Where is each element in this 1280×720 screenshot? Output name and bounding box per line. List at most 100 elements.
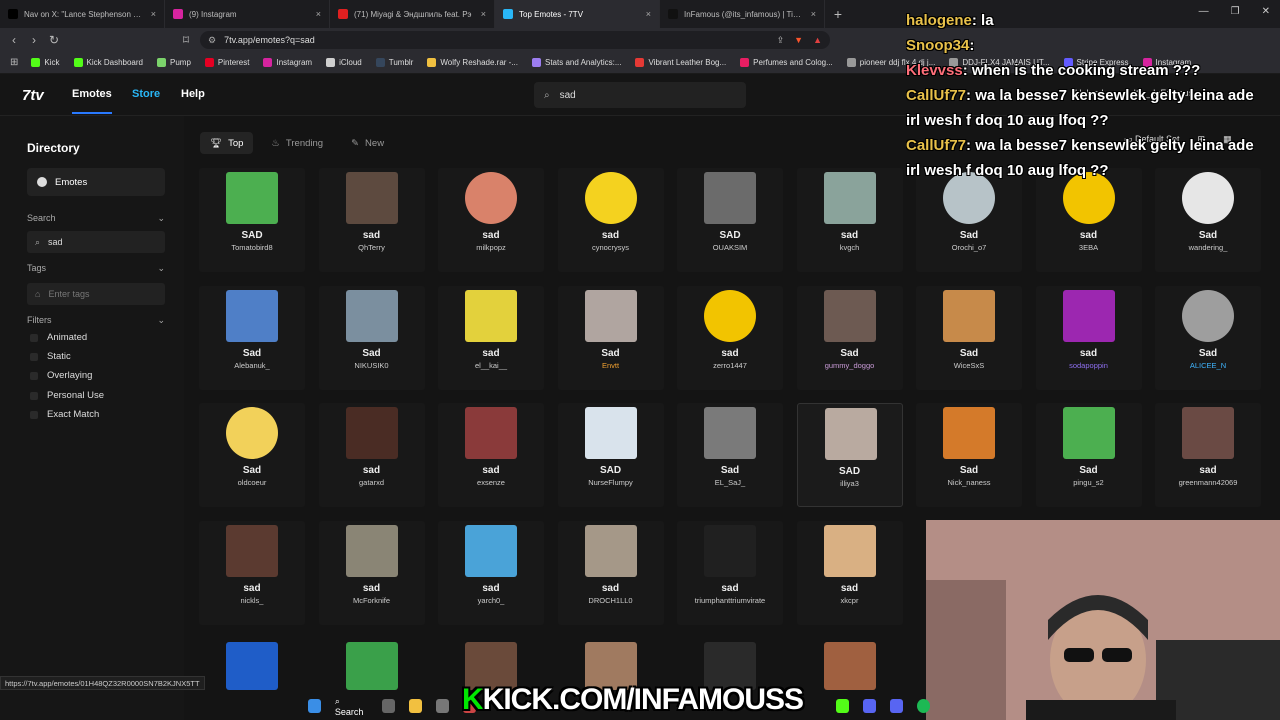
7tv-logo-icon[interactable]: 7tv — [22, 87, 44, 104]
file-explorer-icon[interactable] — [409, 699, 423, 713]
tab-close-icon[interactable]: × — [481, 9, 486, 19]
emote-card[interactable]: Sad gummy_doggo — [796, 285, 903, 390]
emote-card[interactable] — [677, 638, 783, 690]
emote-card[interactable]: Sad EL_SaJ_ — [677, 403, 783, 507]
tags-input[interactable]: ⌂ Enter tags — [27, 283, 165, 305]
emote-card[interactable]: Sad pingu_s2 — [1035, 403, 1142, 507]
spotify-icon[interactable] — [917, 699, 930, 713]
emote-author[interactable]: QhTerry — [319, 243, 425, 252]
emote-author[interactable]: cynocrysys — [558, 243, 664, 252]
emote-author[interactable]: 3EBA — [1036, 243, 1142, 252]
emote-author[interactable]: oldcoeur — [199, 478, 305, 487]
emote-card[interactable]: sad gatarxd — [318, 403, 425, 507]
filter-static[interactable]: Static — [30, 351, 71, 362]
emote-author[interactable]: McForknife — [319, 596, 425, 605]
emote-author[interactable]: xkcpr — [797, 596, 903, 605]
emote-author[interactable]: DROCH1LL0 — [558, 596, 664, 605]
bookmark-item[interactable]: Tumblr — [369, 58, 421, 67]
emote-card[interactable]: Sad Alebanuk_ — [199, 285, 305, 390]
emote-card[interactable]: sad greenmann42069 — [1155, 403, 1261, 507]
site-info-icon[interactable]: ⚙ — [208, 35, 216, 46]
windows-start-icon[interactable] — [308, 699, 321, 713]
emote-author[interactable]: wandering_ — [1155, 243, 1261, 252]
discord-icon[interactable] — [890, 699, 904, 713]
bookmark-item[interactable]: Instagram — [256, 58, 319, 67]
checkbox[interactable] — [30, 410, 38, 419]
task-view-icon[interactable] — [382, 699, 396, 713]
emote-author[interactable]: Alebanuk_ — [199, 361, 305, 370]
emote-card[interactable]: Sad Envtt — [557, 285, 664, 390]
emote-card[interactable]: sad zerro1447 — [677, 285, 783, 390]
emote-author[interactable]: sodapoppin — [1036, 361, 1142, 370]
emote-author[interactable]: triumphanttriumvirate — [677, 596, 783, 605]
emote-author[interactable]: gummy_doggo — [797, 361, 903, 370]
sidebar-item-emotes[interactable]: Emotes — [27, 168, 165, 196]
emote-card[interactable]: Sad wandering_ — [1155, 168, 1261, 272]
filter-personal-use[interactable]: Personal Use — [30, 390, 104, 401]
tab-trending[interactable]: ♨ Trending — [261, 132, 333, 154]
emote-card[interactable]: sad kvgch — [796, 168, 903, 272]
emote-card[interactable]: SAD illiya3 — [796, 403, 903, 507]
emote-author[interactable]: milkpopz — [438, 243, 544, 252]
emote-author[interactable]: exsenze — [438, 478, 544, 487]
tab-close-icon[interactable]: × — [646, 9, 651, 19]
emote-card[interactable]: sad xkcpr — [796, 520, 903, 625]
filter-exact-match[interactable]: Exact Match — [30, 409, 99, 420]
apps-grid-icon[interactable]: ⊞ — [10, 57, 18, 68]
emote-card[interactable]: Sad NIKUSIK0 — [318, 285, 425, 390]
emote-card[interactable]: sad milkpopz — [438, 168, 544, 272]
checkbox[interactable] — [30, 352, 38, 361]
bookmark-item[interactable]: Pinterest — [198, 58, 257, 67]
new-tab-icon[interactable]: + — [825, 6, 851, 22]
emote-card[interactable]: sad nickls_ — [199, 520, 305, 625]
emote-card[interactable]: sad triumphanttriumvirate — [677, 520, 783, 625]
forward-icon[interactable]: › — [24, 33, 44, 47]
emote-author[interactable]: kvgch — [797, 243, 903, 252]
emote-author[interactable]: gatarxd — [319, 478, 425, 487]
nav-store[interactable]: Store — [132, 88, 160, 100]
emote-author[interactable]: NIKUSIK0 — [319, 361, 425, 370]
emote-author[interactable]: greenmann42069 — [1155, 478, 1261, 487]
emote-author[interactable]: el__kai__ — [438, 361, 544, 370]
bookmark-item[interactable]: Pump — [150, 58, 198, 67]
bookmark-icon[interactable]: ⌑ — [176, 33, 196, 47]
emote-author[interactable]: WiceSxS — [916, 361, 1022, 370]
tab-0[interactable]: Nav on X: "Lance Stephenson was im × — [0, 0, 165, 28]
checkbox[interactable] — [30, 391, 38, 400]
emote-author[interactable]: zerro1447 — [677, 361, 783, 370]
emote-card[interactable] — [319, 638, 425, 690]
emote-card[interactable]: sad 3EBA — [1035, 168, 1142, 272]
tab-close-icon[interactable]: × — [316, 9, 321, 19]
reload-icon[interactable]: ↻ — [44, 33, 64, 47]
emote-card[interactable]: Sad WiceSxS — [916, 285, 1022, 390]
url-field[interactable]: ⚙ 7tv.app/emotes?q=sad ⇪ ▼ ▲ — [200, 31, 830, 49]
header-search-input[interactable]: ⌕ sad — [534, 82, 746, 108]
tab-1[interactable]: (9) Instagram × — [165, 0, 330, 28]
emote-card[interactable]: sad cynocrysys — [557, 168, 664, 272]
emote-card[interactable]: sad McForknife — [318, 520, 425, 625]
bookmark-item[interactable]: Stats and Analytics:... — [525, 58, 628, 67]
emote-card[interactable]: Sad Orochi_o7 — [916, 168, 1022, 272]
bookmark-item[interactable]: Kick Dashboard — [67, 58, 150, 67]
emote-card[interactable] — [797, 638, 903, 690]
bookmark-item[interactable]: iCloud — [319, 58, 369, 67]
tab-new[interactable]: ✎ New — [341, 132, 394, 154]
bookmark-item[interactable]: Kick — [24, 58, 66, 67]
tab-close-icon[interactable]: × — [811, 9, 816, 19]
brave-shield-icon[interactable]: ▼ — [794, 35, 803, 46]
emote-card[interactable]: sad exsenze — [438, 403, 544, 507]
emote-card[interactable]: sad QhTerry — [318, 168, 425, 272]
emote-author[interactable]: Envtt — [558, 361, 664, 370]
emote-author[interactable]: yarch0_ — [438, 596, 544, 605]
emote-card[interactable]: Sad oldcoeur — [199, 403, 305, 507]
emote-card[interactable] — [438, 638, 544, 690]
emote-card[interactable]: SAD Tomatobird8 — [199, 168, 305, 272]
emote-card[interactable]: sad sodapoppin — [1035, 285, 1142, 390]
checkbox[interactable] — [30, 371, 38, 380]
emote-card[interactable] — [558, 638, 664, 690]
emote-card[interactable]: SAD NurseFlumpy — [557, 403, 664, 507]
tab-2[interactable]: (71) Miyagi & Эндшпиль feat. Рэ × — [330, 0, 495, 28]
kick-app-icon[interactable] — [836, 699, 850, 713]
filters-section-header[interactable]: Filters ⌄ — [27, 315, 165, 326]
checkbox[interactable] — [30, 333, 38, 342]
